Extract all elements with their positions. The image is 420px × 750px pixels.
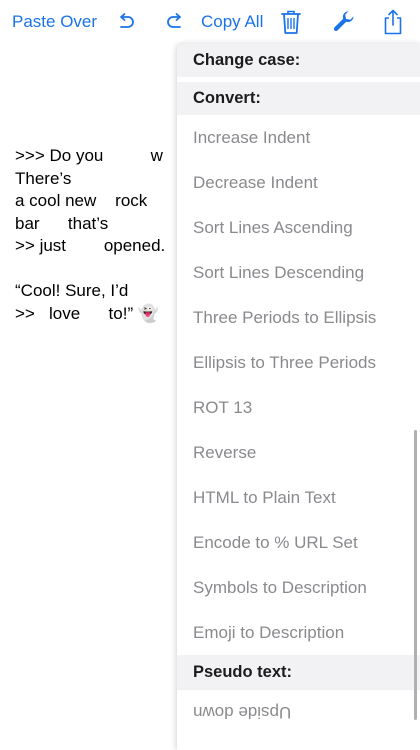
undo-arrow-icon	[120, 13, 134, 28]
delete-button[interactable]	[278, 0, 304, 44]
menu-item-ellipsis-to-periods[interactable]: Ellipsis to Three Periods	[177, 340, 420, 385]
toolbar: Paste Over Copy All	[0, 0, 420, 44]
editor-line: a cool new rock	[15, 191, 148, 210]
redo-button[interactable]	[162, 0, 188, 44]
section-header-change-case: Change case:	[177, 44, 420, 77]
menu-item-sort-descending[interactable]: Sort Lines Descending	[177, 250, 420, 295]
menu-item-reverse[interactable]: Reverse	[177, 430, 420, 475]
text-editor[interactable]: >>> Do you w There’s a cool new rock bar…	[15, 145, 180, 325]
paste-over-button[interactable]: Paste Over	[12, 0, 97, 44]
menu-item-sort-ascending[interactable]: Sort Lines Ascending	[177, 205, 420, 250]
editor-line: >> just opened.	[15, 236, 166, 255]
menu-item-increase-indent[interactable]: Increase Indent	[177, 115, 420, 160]
section-header-pseudo-text: Pseudo text:	[177, 655, 420, 690]
menu-item-periods-to-ellipsis[interactable]: Three Periods to Ellipsis	[177, 295, 420, 340]
transform-menu: Change case: Convert: Increase Indent De…	[177, 44, 420, 750]
menu-scrollbar[interactable]	[414, 430, 417, 720]
section-header-convert: Convert:	[177, 82, 420, 115]
editor-line: >> love to!” 👻	[15, 303, 160, 323]
wrench-icon	[333, 11, 354, 32]
copy-all-button[interactable]: Copy All	[201, 0, 263, 44]
editor-line: “Cool! Sure, I’d	[15, 281, 129, 300]
editor-line: >>> Do you w	[15, 146, 163, 165]
editor-line: bar that’s	[15, 213, 109, 233]
undo-button[interactable]	[113, 0, 139, 44]
share-button[interactable]	[380, 0, 406, 44]
menu-item-emoji-to-description[interactable]: Emoji to Description	[177, 610, 420, 655]
redo-arrow-icon	[167, 13, 181, 28]
tools-button[interactable]	[330, 0, 358, 44]
menu-item-mirror[interactable]: Mirror	[177, 735, 420, 750]
menu-item-decrease-indent[interactable]: Decrease Indent	[177, 160, 420, 205]
editor-line: There’s	[15, 168, 72, 188]
menu-item-upside-down[interactable]: Upside down	[177, 690, 420, 735]
menu-item-symbols-to-description[interactable]: Symbols to Description	[177, 565, 420, 610]
menu-item-html-to-plain[interactable]: HTML to Plain Text	[177, 475, 420, 520]
trash-icon	[281, 10, 301, 34]
menu-item-url-encode[interactable]: Encode to % URL Set	[177, 520, 420, 565]
share-icon	[384, 9, 402, 35]
menu-item-rot13[interactable]: ROT 13	[177, 385, 420, 430]
